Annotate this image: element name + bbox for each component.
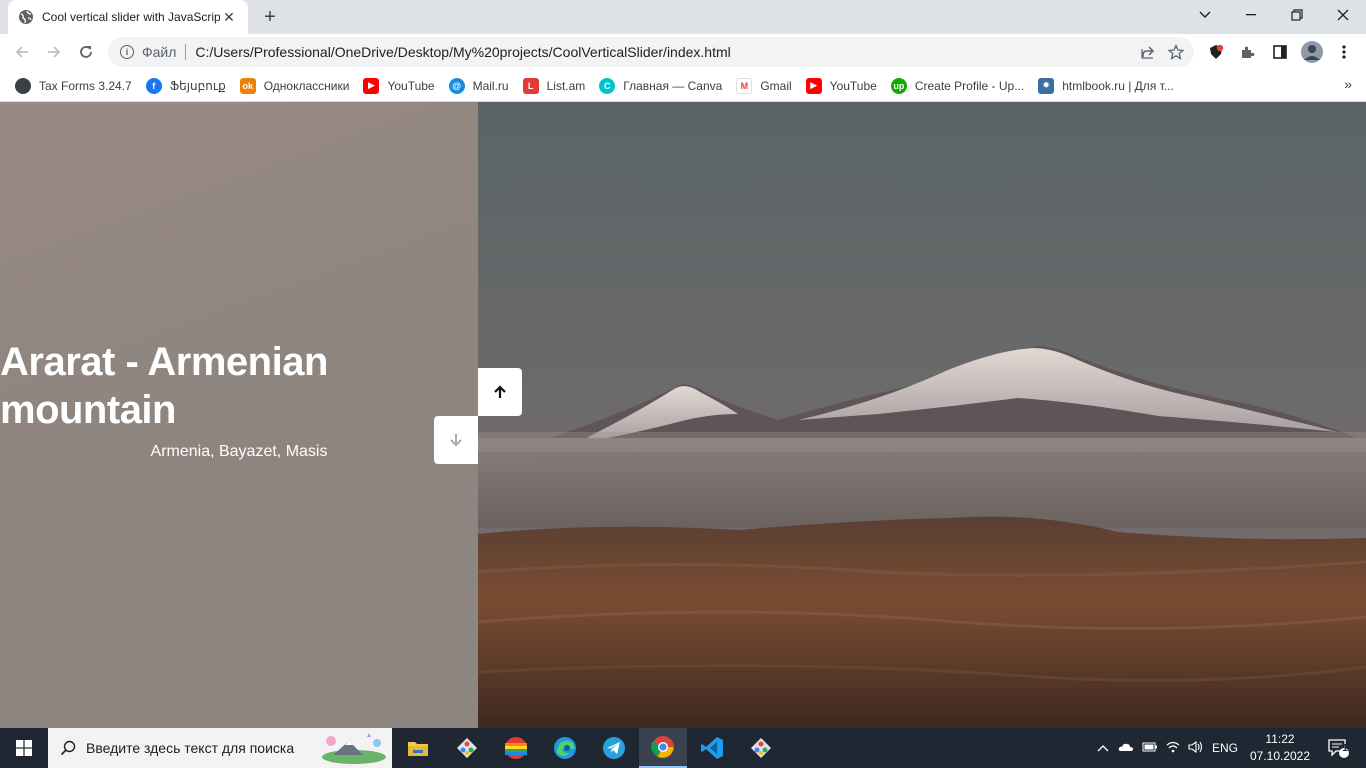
share-icon[interactable] [1134,38,1162,66]
bookmark-label: YouTube [387,78,435,93]
file-explorer-icon[interactable] [394,728,442,768]
battery-icon[interactable] [1138,741,1162,755]
side-panel-icon[interactable] [1266,38,1294,66]
slide-subtitle: Armenia, Bayazet, Masis [150,443,328,460]
bookmark-item[interactable]: ✸ htmlbook.ru | Для т... [1031,73,1181,99]
search-highlight-icon[interactable] [316,728,392,768]
upwork-icon: up [890,77,907,94]
bookmark-label: Tax Forms 3.24.7 [39,78,132,93]
forward-button[interactable] [40,38,68,66]
bookmark-label: Ֆեյսբուք [169,78,226,93]
bookmark-item[interactable]: f Ֆեյսբուք [139,73,233,99]
system-tray: ENG [1092,728,1242,768]
slide-title: Ararat - Armenian mountain [0,340,328,432]
bookmark-label: Одноклассники [263,78,350,93]
bookmarks-overflow-icon[interactable]: » [1344,76,1352,92]
tab-close-icon[interactable]: ✕ [220,8,238,26]
bookmark-label: htmlbook.ru | Для т... [1062,78,1174,93]
menu-kebab-icon[interactable] [1330,38,1358,66]
file-chip: Файл [142,44,177,60]
close-window-button[interactable] [1320,0,1366,30]
chrome-icon[interactable] [639,728,687,768]
browser-toolbar: i Файл C:/Users/Professional/OneDrive/De… [0,34,1366,70]
restore-button[interactable] [1274,0,1320,30]
url-text[interactable]: C:/Users/Professional/OneDrive/Desktop/M… [195,44,1134,60]
omnibox-separator [185,44,187,60]
facebook-icon: f [145,77,162,94]
youtube-icon: ▶ [805,77,822,94]
extension-shield-icon[interactable] [1202,38,1230,66]
tab-strip: Cool vertical slider with JavaScript ✕ + [0,0,1366,34]
tab-title: Cool vertical slider with JavaScript [42,10,220,24]
search-placeholder: Введите здесь текст для поиска [86,740,295,756]
htmlbook-icon: ✸ [1038,77,1055,94]
globe-icon [19,10,33,24]
clock-date: 07.10.2022 [1249,749,1311,763]
slide-image [478,102,1366,728]
notification-center-button[interactable]: 1 [1318,728,1358,768]
tray-chevron-up-icon[interactable] [1092,741,1114,755]
language-indicator[interactable]: ENG [1208,741,1242,755]
youtube-icon: ▶ [363,77,380,94]
clock-time: 11:22 [1265,732,1295,746]
bookmark-item[interactable]: ▶ YouTube [799,73,884,99]
bookmark-label: Mail.ru [472,78,509,93]
rainbow-app-icon[interactable] [492,728,540,768]
bookmark-label: List.am [546,78,586,93]
volume-icon[interactable] [1184,740,1208,756]
tab-search-icon[interactable] [1182,0,1228,30]
bookmark-label: Create Profile - Up... [914,78,1025,93]
windows-logo-icon [16,740,32,756]
bookmark-item[interactable]: M Gmail [729,73,798,99]
listam-icon: L [522,77,539,94]
gmail-icon: M [736,77,753,94]
screen: Cool vertical slider with JavaScript ✕ +… [0,0,1366,768]
canva-icon: C [599,77,616,94]
app-diamond-icon[interactable] [443,728,491,768]
arrow-down-icon [450,434,462,447]
slide-up-button[interactable] [478,368,522,416]
edge-browser-icon[interactable] [541,728,589,768]
vscode-icon[interactable] [688,728,736,768]
extensions-puzzle-icon[interactable] [1234,38,1262,66]
new-tab-button[interactable]: + [258,5,282,29]
bookmark-item[interactable]: ▶ YouTube [356,73,441,99]
slide-down-button[interactable] [434,416,478,464]
globe-icon [15,77,31,94]
start-button[interactable] [0,728,48,768]
reload-button[interactable] [72,38,100,66]
bookmarks-bar: Tax Forms 3.24.7 f Ֆեյսբուք ok Одноклассники… [0,70,1366,102]
search-icon [60,740,76,756]
bookmark-label: Главная — Canva [623,78,723,93]
slider-page: Ararat - Armenian mountain Armenia, Baya… [0,102,1366,728]
mailru-icon: @ [448,77,465,94]
minimize-button[interactable] [1228,0,1274,30]
bookmark-item[interactable]: @ Mail.ru [442,73,516,99]
telegram-icon[interactable] [590,728,638,768]
bookmark-label: YouTube [829,78,877,93]
bookmark-label: Gmail [760,78,792,93]
taskbar-clock[interactable]: 11:22 07.10.2022 [1248,728,1312,768]
profile-avatar[interactable] [1298,38,1326,66]
notification-count: 1 [1342,743,1348,754]
bookmark-item[interactable]: Tax Forms 3.24.7 [8,73,139,99]
wifi-icon[interactable] [1162,741,1184,756]
back-button[interactable] [8,38,36,66]
windows-taskbar: Введите здесь текст для поиска ENG 11:22… [0,728,1366,768]
browser-tab[interactable]: Cool vertical slider with JavaScript ✕ [8,0,248,34]
odnoklassniki-icon: ok [239,77,256,94]
slide-text-panel: Ararat - Armenian mountain Armenia, Baya… [0,102,478,728]
bookmark-item[interactable]: L List.am [516,73,593,99]
bookmark-item[interactable]: up Create Profile - Up... [884,73,1031,99]
arrow-up-icon [494,385,506,398]
bookmark-item[interactable]: C Главная — Canva [592,73,729,99]
address-bar[interactable]: i Файл C:/Users/Professional/OneDrive/De… [108,37,1194,67]
app-diamond-icon-2[interactable] [737,728,785,768]
info-icon[interactable]: i [120,45,134,59]
onedrive-cloud-icon[interactable] [1114,741,1138,755]
bookmark-item[interactable]: ok Одноклассники [233,73,357,99]
bookmark-star-icon[interactable] [1162,38,1190,66]
